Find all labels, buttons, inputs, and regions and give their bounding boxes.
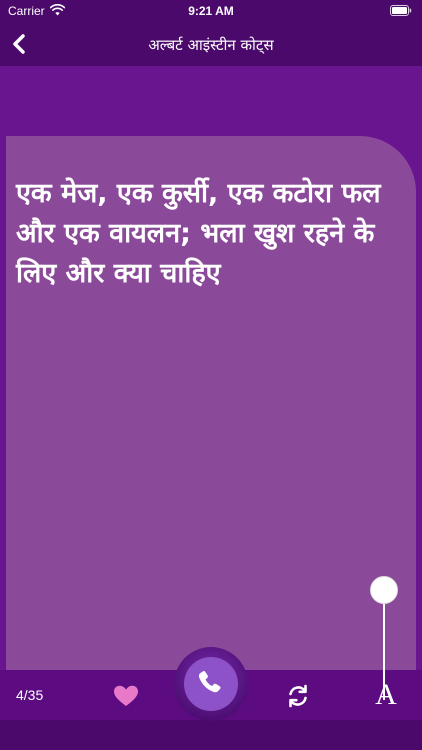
refresh-icon[interactable] [285,683,311,709]
home-indicator-area [0,720,422,750]
slider-thumb[interactable] [370,576,398,604]
status-time: 9:21 AM [188,4,234,18]
quote-card: एक मेज, एक कुर्सी, एक कटोरा फल और एक वाय… [6,136,416,670]
call-button[interactable] [173,646,249,722]
nav-bar: अल्बर्ट आइंस्टीन कोट्स [0,22,422,66]
status-bar: Carrier 9:21 AM [0,0,422,22]
font-size-slider[interactable] [370,574,398,704]
heart-icon[interactable] [113,685,139,707]
slider-track [383,588,385,700]
quote-area: एक मेज, एक कुर्सी, एक कटोरा फल और एक वाय… [0,66,422,670]
page-counter: 4/35 [16,687,44,703]
quote-text: एक मेज, एक कुर्सी, एक कटोरा फल और एक वाय… [16,178,381,289]
battery-icon [390,5,412,16]
page-title: अल्बर्ट आइंस्टीन कोट्स [148,36,274,54]
